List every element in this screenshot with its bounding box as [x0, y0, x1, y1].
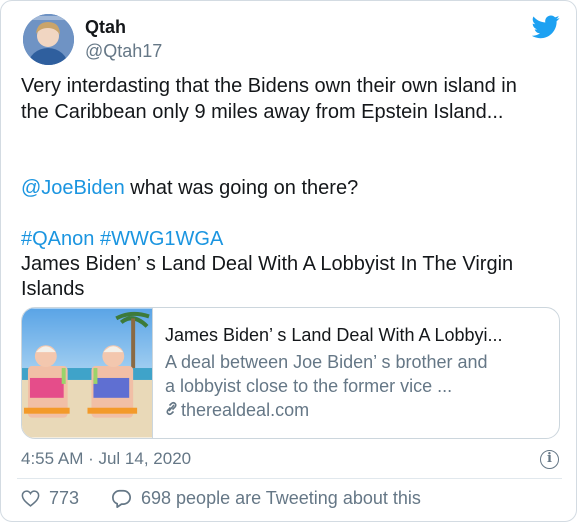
link-card-description-line-2: a lobbyist close to the former vice ... — [165, 376, 453, 396]
tweet-headline-line-2: Islands — [21, 278, 85, 300]
link-preview-card[interactable]: James Biden’ s Land Deal With A Lobbyi..… — [21, 307, 560, 439]
tweet-text-line-1: Very interdasting that the Bidens own th… — [21, 75, 517, 97]
tweet-text-line-2: the Caribbean only 9 miles away from Eps… — [21, 101, 504, 123]
tweet-timestamp[interactable]: 4:55 AM · Jul 14, 2020 — [21, 449, 191, 469]
tweet-text-mention-line: @JoeBiden what was going on there? — [21, 176, 358, 201]
conversation-button[interactable]: 698 people are Tweeting about this — [111, 488, 421, 509]
display-name[interactable]: Qtah — [85, 17, 126, 38]
mention-rest-text: what was going on there? — [124, 177, 359, 199]
link-card-title: James Biden’ s Land Deal With A Lobbyi..… — [165, 325, 503, 345]
user-handle[interactable]: @Qtah17 — [85, 41, 162, 62]
hashtag-qanon[interactable]: #QAnon — [21, 228, 94, 250]
like-count: 773 — [49, 488, 80, 508]
link-preview-image — [22, 308, 153, 438]
divider — [17, 478, 562, 479]
info-icon[interactable]: i — [540, 450, 559, 469]
twitter-bird-icon[interactable] — [532, 15, 560, 39]
link-card-description-line-1: A deal between Joe Biden’ s brother and — [165, 352, 488, 372]
mention-link[interactable]: @JoeBiden — [21, 177, 125, 199]
hashtag-wwg1wga[interactable]: #WWG1WGA — [100, 228, 223, 250]
heart-icon — [21, 490, 40, 507]
conversation-text: 698 people are Tweeting about this — [141, 488, 421, 508]
avatar[interactable] — [23, 14, 74, 65]
link-chain-icon — [166, 401, 177, 416]
like-button[interactable]: 773 — [21, 488, 79, 509]
reply-bubble-icon — [112, 489, 131, 508]
avatar-image — [23, 14, 74, 65]
tweet-card: Qtah @Qtah17 Very interdasting that the … — [0, 0, 577, 522]
link-card-domain-text: therealdeal.com — [181, 400, 310, 420]
link-card-domain: therealdeal.com — [165, 400, 309, 421]
hashtags-line: #QAnon #WWG1WGA — [21, 227, 223, 252]
tweet-headline-line-1: James Biden’ s Land Deal With A Lobbyist… — [21, 253, 514, 275]
